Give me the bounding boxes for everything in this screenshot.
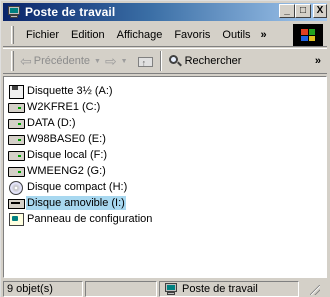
status-object-count: 9 objet(s) xyxy=(3,281,83,297)
status-bar: 9 objet(s) Poste de travail xyxy=(3,280,327,297)
drive-label: Disque compact (H:) xyxy=(27,181,128,193)
menu-bar: Fichier Edition Affichage Favoris Outils… xyxy=(3,23,327,47)
window-title: Poste de travail xyxy=(25,5,116,19)
drive-item[interactable]: Disque compact (H:) xyxy=(8,179,153,195)
menu-favoris[interactable]: Favoris xyxy=(168,26,216,44)
drive-label: WMEENG2 (G:) xyxy=(27,165,106,177)
menu-grip[interactable] xyxy=(11,25,14,44)
drive-label: Disque amovible (I:) xyxy=(26,196,126,210)
menu-edition[interactable]: Edition xyxy=(65,26,111,44)
hard-drive-icon xyxy=(8,165,25,177)
menu-fichier[interactable]: Fichier xyxy=(20,26,65,44)
forward-arrow-icon[interactable]: ⇨ xyxy=(105,53,117,70)
floppy-icon xyxy=(8,85,24,99)
toolbar-overflow-chevron[interactable]: » xyxy=(315,55,321,67)
computer-icon xyxy=(164,283,178,295)
removable-drive-icon xyxy=(8,197,25,209)
status-empty-panel xyxy=(85,281,157,297)
folder-up-icon[interactable]: ↑ xyxy=(137,54,154,68)
search-label: Rechercher xyxy=(184,55,242,67)
window-controls: _ □ X xyxy=(279,4,327,18)
back-arrow-icon: ⇦ xyxy=(20,52,32,69)
drive-item[interactable]: W2KFRE1 (C:) xyxy=(8,99,153,115)
toolbar-separator xyxy=(159,51,162,71)
drive-item[interactable]: W98BASE0 (E:) xyxy=(8,131,153,147)
cd-drive-icon xyxy=(8,181,24,195)
drive-item[interactable]: WMEENG2 (G:) xyxy=(8,163,153,179)
hard-drive-icon xyxy=(8,133,25,145)
hard-drive-icon xyxy=(8,117,25,129)
forward-dropdown-icon[interactable]: ▼ xyxy=(121,58,128,65)
standard-toolbar: ⇦ Précédente ▼ ⇨ ▼ ↑ Rechercher » xyxy=(3,48,327,74)
back-label: Précédente xyxy=(33,55,90,67)
explorer-window: Poste de travail _ □ X Fichier Edition A… xyxy=(0,0,330,297)
drive-item[interactable]: Disque local (F:) xyxy=(8,147,153,163)
drive-label: DATA (D:) xyxy=(27,117,76,129)
drive-item[interactable]: Disquette 3½ (A:) xyxy=(8,83,153,99)
drive-list-pane[interactable]: Disquette 3½ (A:) W2KFRE1 (C:) DATA (D:)… xyxy=(3,76,327,278)
windows-logo-icon xyxy=(293,24,323,46)
status-location-label: Poste de travail xyxy=(182,283,258,295)
search-icon xyxy=(168,54,182,68)
minimize-button[interactable]: _ xyxy=(279,4,295,18)
hard-drive-icon xyxy=(8,149,25,161)
drive-label: Disque local (F:) xyxy=(27,149,108,161)
status-location: Poste de travail xyxy=(159,281,299,297)
back-button[interactable]: ⇦ Précédente xyxy=(20,53,90,70)
control-panel-item[interactable]: Panneau de configuration xyxy=(8,211,153,227)
drive-label: W2KFRE1 (C:) xyxy=(27,101,101,113)
resize-grip-icon[interactable] xyxy=(301,281,323,297)
hard-drive-icon xyxy=(8,101,25,113)
computer-icon xyxy=(7,6,21,18)
title-bar[interactable]: Poste de travail _ □ X xyxy=(3,3,327,21)
control-panel-icon xyxy=(8,213,24,226)
menu-outils[interactable]: Outils xyxy=(216,26,256,44)
drive-label: Disquette 3½ (A:) xyxy=(27,85,113,97)
drive-item-selected[interactable]: Disque amovible (I:) xyxy=(8,195,153,211)
menu-overflow-chevron[interactable]: » xyxy=(261,29,267,41)
drive-label: Panneau de configuration xyxy=(27,213,153,225)
drive-label: W98BASE0 (E:) xyxy=(27,133,106,145)
drive-item[interactable]: DATA (D:) xyxy=(8,115,153,131)
close-button[interactable]: X xyxy=(313,4,327,18)
drive-list: Disquette 3½ (A:) W2KFRE1 (C:) DATA (D:)… xyxy=(8,83,153,227)
toolbar-grip[interactable] xyxy=(11,51,14,71)
back-dropdown-icon[interactable]: ▼ xyxy=(94,58,101,65)
search-button[interactable]: Rechercher xyxy=(168,54,242,68)
menu-affichage[interactable]: Affichage xyxy=(111,26,169,44)
maximize-button[interactable]: □ xyxy=(295,4,311,18)
